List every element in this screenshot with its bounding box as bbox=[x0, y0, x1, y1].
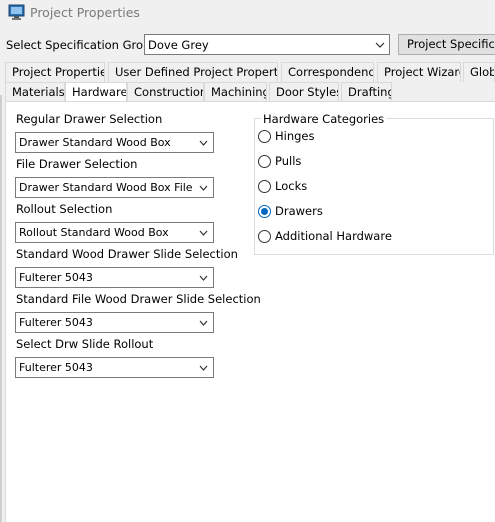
monitor-icon bbox=[8, 4, 25, 20]
drw-slide-rollout-combo[interactable]: Fulterer 5043 bbox=[15, 357, 214, 378]
tab-hardware[interactable]: Hardware bbox=[65, 82, 127, 103]
tab-project-properties[interactable]: Project Properties bbox=[5, 62, 105, 82]
tab-drafting[interactable]: Drafting bbox=[341, 82, 392, 102]
radio-label: Locks bbox=[275, 179, 308, 193]
chevron-down-icon bbox=[375, 42, 385, 48]
chevron-down-icon bbox=[199, 230, 208, 236]
spec-group-label: Select Specification Group bbox=[6, 38, 158, 52]
file-drawer-selection-value: Drawer Standard Wood Box File bbox=[19, 181, 193, 194]
standard-file-wood-drawer-slide-combo[interactable]: Fulterer 5043 bbox=[15, 312, 214, 333]
radio-label: Drawers bbox=[275, 204, 323, 218]
tab-construction[interactable]: Construction bbox=[127, 82, 204, 102]
rollout-selection-label: Rollout Selection bbox=[16, 202, 113, 216]
tab-row-top: Project Properties User Defined Project … bbox=[0, 62, 495, 82]
drw-slide-rollout-label: Select Drw Slide Rollout bbox=[16, 337, 154, 351]
spec-group-value: Dove Grey bbox=[148, 38, 209, 52]
project-specifications-button[interactable]: Project Specifications bbox=[398, 34, 495, 55]
radio-button[interactable] bbox=[258, 130, 271, 143]
hardware-categories-title: Hardware Categories bbox=[261, 112, 387, 126]
standard-wood-drawer-slide-label: Standard Wood Drawer Slide Selection bbox=[16, 247, 238, 261]
radio-label: Pulls bbox=[275, 154, 302, 168]
drw-slide-rollout-value: Fulterer 5043 bbox=[19, 361, 93, 374]
chevron-down-icon bbox=[199, 365, 208, 371]
radio-button[interactable] bbox=[258, 155, 271, 168]
chevron-down-icon bbox=[199, 320, 208, 326]
tab-user-defined-project-properties[interactable]: User Defined Project Properties bbox=[108, 62, 278, 82]
chevron-down-icon bbox=[199, 185, 208, 191]
standard-file-wood-drawer-slide-label: Standard File Wood Drawer Slide Selectio… bbox=[16, 292, 261, 306]
window-left-edge bbox=[0, 95, 2, 522]
tab-global[interactable]: Global bbox=[463, 62, 495, 82]
rollout-selection-combo[interactable]: Rollout Standard Wood Box bbox=[15, 222, 214, 243]
chevron-down-icon bbox=[199, 275, 208, 281]
spec-group-row: Select Specification Group Dove Grey Pro… bbox=[0, 33, 495, 57]
standard-wood-drawer-slide-combo[interactable]: Fulterer 5043 bbox=[15, 267, 214, 288]
regular-drawer-selection-label: Regular Drawer Selection bbox=[16, 112, 163, 126]
tab-correspondence[interactable]: Correspondence bbox=[281, 62, 374, 82]
standard-wood-drawer-slide-value: Fulterer 5043 bbox=[19, 271, 93, 284]
radio-button[interactable] bbox=[258, 230, 271, 243]
radio-label: Hinges bbox=[275, 129, 315, 143]
radio-button[interactable] bbox=[258, 180, 271, 193]
chevron-down-icon bbox=[199, 140, 208, 146]
title-bar: Project Properties bbox=[0, 0, 495, 26]
radio-label: Additional Hardware bbox=[275, 229, 392, 243]
file-drawer-selection-label: File Drawer Selection bbox=[16, 157, 138, 171]
tab-project-wizard[interactable]: Project Wizard bbox=[377, 62, 461, 82]
tab-row-bottom: Materials Hardware Construction Machinin… bbox=[0, 82, 495, 103]
tab-door-styles[interactable]: Door Styles bbox=[269, 82, 339, 102]
spec-group-combo[interactable]: Dove Grey bbox=[144, 34, 390, 55]
standard-file-wood-drawer-slide-value: Fulterer 5043 bbox=[19, 316, 93, 329]
radio-button-checked[interactable] bbox=[258, 205, 271, 218]
regular-drawer-selection-combo[interactable]: Drawer Standard Wood Box bbox=[15, 132, 214, 153]
tab-materials[interactable]: Materials bbox=[5, 82, 65, 102]
rollout-selection-value: Rollout Standard Wood Box bbox=[19, 226, 169, 239]
file-drawer-selection-combo[interactable]: Drawer Standard Wood Box File bbox=[15, 177, 214, 198]
regular-drawer-selection-value: Drawer Standard Wood Box bbox=[19, 136, 171, 149]
tab-machining[interactable]: Machining bbox=[204, 82, 267, 102]
window-title: Project Properties bbox=[30, 5, 140, 20]
